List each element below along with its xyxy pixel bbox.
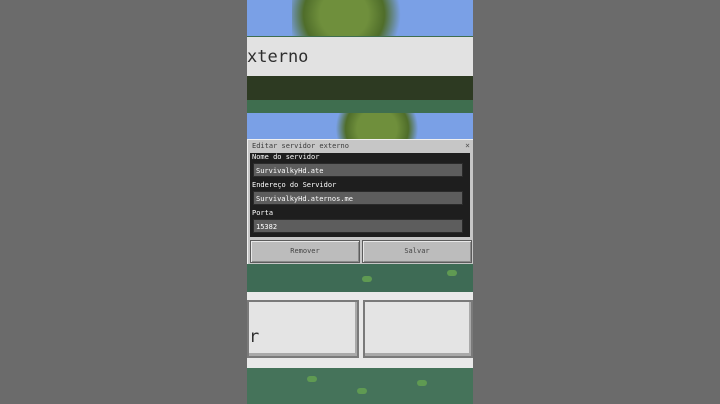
lower-right-button[interactable] [363, 300, 473, 358]
water-background [247, 264, 473, 294]
server-name-label: Nome do servidor [252, 153, 320, 161]
lower-left-button[interactable]: r [247, 300, 359, 358]
water-background [247, 368, 473, 404]
background-strip [247, 76, 473, 100]
server-name-input[interactable]: SurvivalkyHd.ate [253, 163, 463, 177]
server-form: Nome do servidor SurvivalkyHd.ate Endere… [250, 153, 470, 237]
tree-foliage [292, 0, 422, 36]
dialog-title: Editar servidor externo [252, 142, 349, 150]
lily-pad [417, 380, 427, 386]
banner-title: xterno [247, 47, 309, 67]
lily-pad [307, 376, 317, 382]
lower-left-button-label: r [249, 327, 260, 347]
game-viewport: xterno Editar servidor externo × Nome do… [247, 0, 473, 404]
edit-server-dialog: Editar servidor externo × Nome do servid… [247, 139, 473, 266]
save-button[interactable]: Salvar [362, 240, 472, 263]
lily-pad [362, 276, 372, 282]
lily-pad [357, 388, 367, 394]
server-address-input[interactable]: SurvivalkyHd.aternos.me [253, 191, 463, 205]
server-banner[interactable]: xterno [247, 37, 473, 80]
close-icon[interactable]: × [465, 141, 470, 150]
port-input[interactable]: 15382 [253, 219, 463, 233]
tree-foliage [322, 113, 432, 139]
server-address-label: Endereço do Servidor [252, 181, 337, 189]
lily-pad [447, 270, 457, 276]
remove-button[interactable]: Remover [250, 240, 360, 263]
port-label: Porta [252, 209, 274, 217]
